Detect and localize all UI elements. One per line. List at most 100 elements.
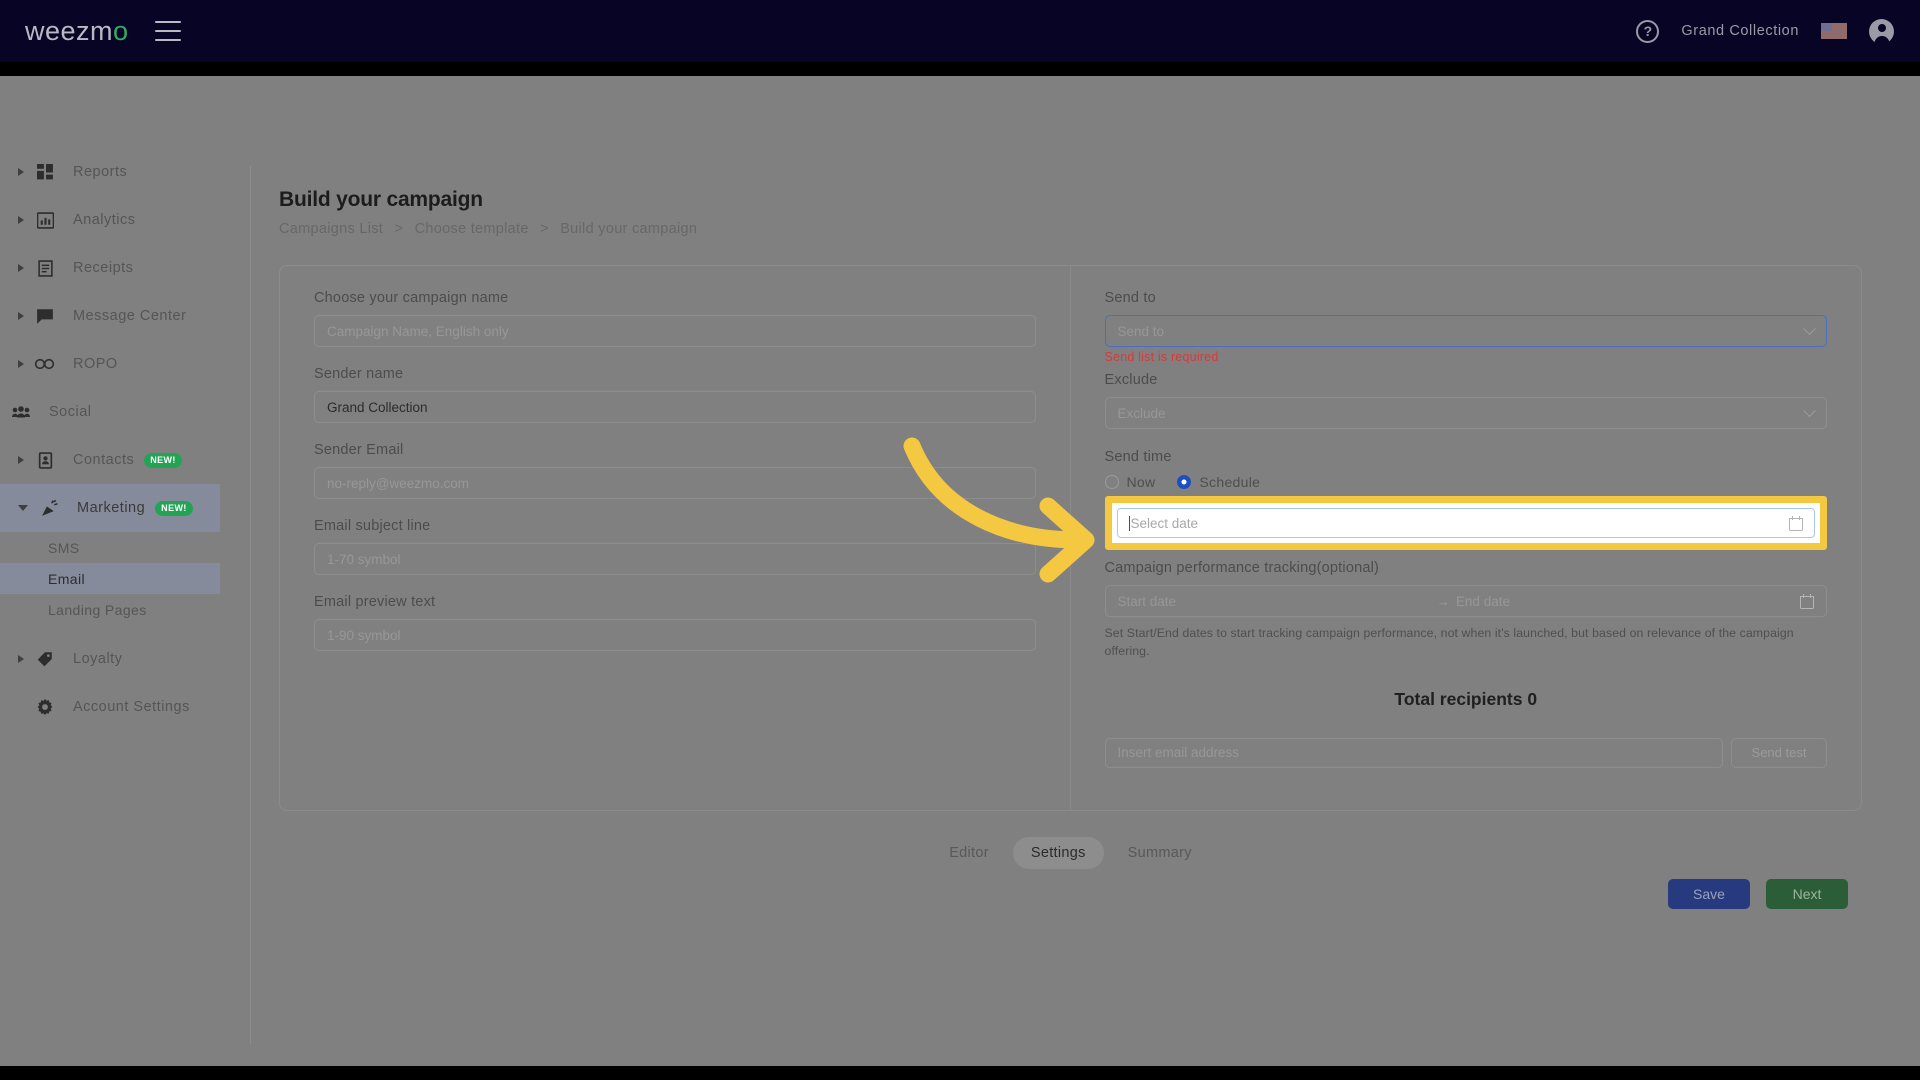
text-cursor: [1128, 515, 1130, 531]
bar-chart-icon: [33, 209, 57, 231]
sidebar-item-receipts[interactable]: Receipts: [0, 244, 220, 292]
content-panel: Build your campaign Campaigns List > Cho…: [250, 166, 1890, 1044]
tracking-end-placeholder: End date: [1455, 593, 1510, 609]
account-name-label: Grand Collection: [1681, 23, 1799, 39]
sidebar-item-analytics[interactable]: Analytics: [0, 196, 220, 244]
chevron-right-icon: [18, 168, 24, 176]
chevron-right-icon: [18, 360, 24, 368]
sidebar-item-label: ROPO: [73, 356, 118, 372]
sender-email-input[interactable]: [314, 467, 1036, 499]
field-label: Choose your campaign name: [314, 290, 509, 306]
field-send-to: Send to Send to Send list is required: [1104, 290, 1827, 364]
breadcrumb-build-your-campaign[interactable]: Build your campaign: [560, 221, 697, 237]
sidebar-item-label: Message Center: [73, 308, 187, 324]
hamburger-icon[interactable]: [154, 21, 181, 41]
us-flag-icon[interactable]: [1821, 23, 1847, 39]
sidebar-item-ropo[interactable]: ROPO: [0, 340, 220, 388]
chevron-right-icon: [18, 264, 24, 272]
radio-now[interactable]: [1104, 475, 1119, 489]
sender-name-input[interactable]: [314, 391, 1036, 423]
send-test-button[interactable]: Send test: [1731, 737, 1827, 768]
tab-editor[interactable]: Editor: [931, 837, 1007, 869]
topbar-right-group: ? Grand Collection: [1636, 18, 1894, 44]
gear-icon: [33, 696, 57, 718]
field-send-time: Send time Now Schedule: [1104, 449, 1828, 490]
action-buttons-row: Save Next: [279, 879, 1862, 909]
tab-settings[interactable]: Settings: [1012, 837, 1104, 869]
send-to-error-message: Send list is required: [1104, 350, 1219, 364]
tab-summary[interactable]: Summary: [1110, 837, 1210, 869]
schedule-date-placeholder: Select date: [1130, 515, 1199, 531]
breadcrumb-campaigns-list[interactable]: Campaigns List: [279, 221, 383, 237]
logo-text: weezm: [25, 15, 114, 46]
campaign-settings-card: Choose your campaign name Sender name Se…: [279, 265, 1862, 811]
help-icon[interactable]: ?: [1636, 19, 1660, 43]
sidebar-item-message-center[interactable]: Message Center: [0, 292, 220, 340]
send-to-select[interactable]: Send to: [1104, 315, 1827, 347]
tracking-start-placeholder: Start date: [1117, 593, 1177, 609]
save-button[interactable]: Save: [1668, 879, 1750, 909]
sidebar-item-label: Receipts: [73, 260, 134, 276]
range-arrow-icon: →: [1436, 593, 1450, 609]
field-campaign-tracking: Campaign performance tracking(optional) …: [1104, 560, 1827, 661]
sidebar-navigation: Reports Analytics Receipts Message Cente…: [0, 138, 220, 1066]
sidebar-item-account-settings[interactable]: Account Settings: [0, 683, 220, 731]
radio-now-label[interactable]: Now: [1127, 474, 1156, 490]
send-test-row: Insert email address Send test: [1104, 737, 1827, 768]
chevron-right-icon: [18, 456, 24, 464]
field-campaign-name: Choose your campaign name: [314, 290, 1036, 347]
sidebar-item-social[interactable]: Social: [0, 388, 220, 436]
sidebar-subitem-sms[interactable]: SMS: [0, 532, 220, 563]
logo-accent: o: [113, 15, 129, 46]
grid-icon: [33, 161, 57, 183]
schedule-date-input[interactable]: Select date: [1116, 508, 1815, 538]
field-label: Sender Email: [314, 442, 404, 458]
email-subject-input[interactable]: [314, 543, 1036, 575]
radio-schedule[interactable]: [1177, 475, 1192, 489]
chevron-right-icon: [18, 312, 24, 320]
chevron-right-icon: [18, 655, 24, 663]
tag-icon: [33, 648, 57, 670]
tracking-helper-text: Set Start/End dates to start tracking ca…: [1104, 626, 1794, 658]
sidebar-item-label: Loyalty: [73, 651, 123, 667]
email-preview-input[interactable]: [314, 619, 1036, 651]
chat-bubble-icon: [33, 305, 57, 327]
exclude-placeholder: Exclude: [1117, 405, 1166, 421]
status-badge: NEW!: [144, 452, 182, 468]
chevron-down-icon: [18, 505, 28, 511]
weezmo-logo[interactable]: weezm o: [25, 16, 129, 47]
tracking-date-range-input[interactable]: Start date → End date: [1104, 585, 1827, 617]
sidebar-item-marketing[interactable]: Marketing NEW!: [0, 484, 220, 532]
chevron-down-icon: [1803, 403, 1816, 417]
sidebar-item-contacts[interactable]: Contacts NEW!: [0, 436, 220, 484]
field-label: Campaign performance tracking(optional): [1104, 560, 1380, 576]
exclude-select[interactable]: Exclude: [1104, 397, 1827, 429]
breadcrumb-separator: >: [540, 221, 549, 237]
application-root: Reports Analytics Receipts Message Cente…: [0, 76, 1920, 1066]
send-time-radio-group: Now Schedule: [1104, 474, 1828, 490]
field-label: Email subject line: [314, 518, 431, 534]
field-label: Sender name: [314, 366, 404, 382]
campaign-name-input[interactable]: [314, 315, 1036, 347]
field-sender-email: Sender Email: [314, 442, 1036, 499]
breadcrumb-choose-template[interactable]: Choose template: [415, 221, 529, 237]
field-label: Exclude: [1104, 372, 1158, 388]
calendar-icon[interactable]: [1789, 515, 1803, 531]
test-email-input[interactable]: Insert email address: [1104, 737, 1723, 768]
calendar-icon[interactable]: [1800, 593, 1814, 609]
radio-schedule-label[interactable]: Schedule: [1199, 474, 1260, 490]
field-sender-name: Sender name: [314, 366, 1036, 423]
sidebar-item-loyalty[interactable]: Loyalty: [0, 635, 220, 683]
receipt-icon: [33, 257, 57, 279]
sidebar-item-reports[interactable]: Reports: [0, 148, 220, 196]
field-exclude: Exclude Exclude: [1104, 372, 1827, 429]
user-avatar-icon[interactable]: [1869, 18, 1894, 44]
sidebar-subitem-landing-pages[interactable]: Landing Pages: [0, 594, 220, 625]
sidebar-item-label: Contacts: [73, 452, 135, 468]
field-label: Email preview text: [314, 594, 436, 610]
next-button[interactable]: Next: [1766, 879, 1848, 909]
chevron-right-icon: [18, 216, 24, 224]
breadcrumb-separator: >: [394, 221, 404, 237]
sidebar-subitem-email[interactable]: Email: [0, 563, 220, 594]
field-email-subject-line: Email subject line: [314, 518, 1036, 575]
